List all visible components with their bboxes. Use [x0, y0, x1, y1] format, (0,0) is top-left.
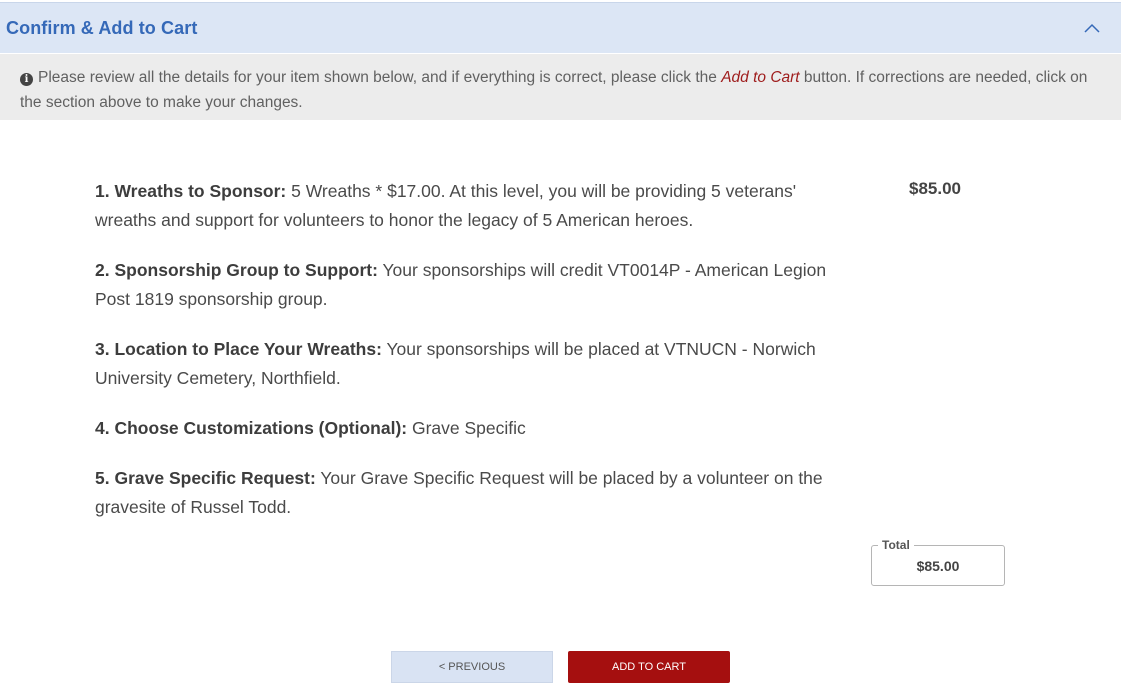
item-label: Wreaths to Sponsor: [114, 181, 287, 201]
list-item: 1. Wreaths to Sponsor: 5 Wreaths * $17.0… [95, 177, 845, 235]
list-item: 2. Sponsorship Group to Support: Your sp… [95, 256, 845, 314]
total-value: $85.00 [916, 557, 960, 574]
add-to-cart-button[interactable]: Add to Cart [568, 651, 730, 683]
item-number: 4. [95, 418, 110, 438]
review-notice: i Please review all the details for your … [0, 54, 1121, 120]
line-item-price: $85.00 [909, 179, 961, 198]
confirm-section-header[interactable]: Confirm & Add to Cart [0, 2, 1121, 53]
section-title: Confirm & Add to Cart [6, 17, 198, 38]
item-number: 2. [95, 260, 110, 280]
item-number: 5. [95, 468, 110, 488]
list-item: 4. Choose Customizations (Optional): Gra… [95, 414, 845, 443]
item-label: Choose Customizations (Optional): [114, 418, 408, 438]
item-label: Sponsorship Group to Support: [114, 260, 378, 280]
notice-highlight: Add to Cart [721, 69, 800, 86]
list-item: 3. Location to Place Your Wreaths: Your … [95, 335, 845, 393]
item-label: Location to Place Your Wreaths: [114, 339, 382, 359]
item-text: Grave Specific [407, 418, 526, 438]
list-item: 5. Grave Specific Request: Your Grave Sp… [95, 464, 845, 522]
total-label: Total [878, 538, 914, 552]
order-details-list: 1. Wreaths to Sponsor: 5 Wreaths * $17.0… [95, 177, 845, 543]
info-icon: i [20, 73, 33, 86]
item-label: Grave Specific Request: [114, 468, 316, 488]
chevron-up-icon[interactable] [1083, 19, 1101, 37]
previous-button[interactable]: < Previous [391, 651, 553, 683]
item-number: 3. [95, 339, 110, 359]
notice-text-before: Please review all the details for your i… [38, 69, 722, 86]
item-number: 1. [95, 181, 110, 201]
